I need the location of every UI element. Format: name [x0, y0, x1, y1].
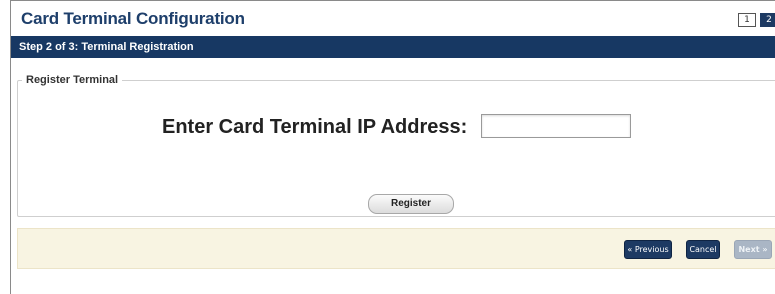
cancel-button[interactable]: Cancel [686, 240, 720, 259]
step-indicator: 1 2 [738, 13, 775, 27]
page-title: Card Terminal Configuration [21, 9, 245, 28]
previous-button[interactable]: « Previous [624, 240, 672, 259]
register-terminal-legend: Register Terminal [26, 74, 119, 86]
step-header-bar: Step 2 of 3: Terminal Registration [11, 36, 775, 58]
step-2-box[interactable]: 2 [760, 13, 775, 27]
wizard-footer: « Previous Cancel Next » [17, 228, 775, 269]
wizard-panel: Card Terminal Configuration 1 2 Step 2 o… [10, 0, 775, 294]
ip-address-label: Enter Card Terminal IP Address: [162, 116, 468, 138]
register-button[interactable]: Register [368, 194, 454, 214]
ip-address-input[interactable] [481, 114, 631, 138]
register-terminal-fieldset: Register Terminal Enter Card Terminal IP… [17, 74, 775, 217]
next-button[interactable]: Next » [734, 240, 772, 259]
step-1-box[interactable]: 1 [738, 13, 756, 27]
